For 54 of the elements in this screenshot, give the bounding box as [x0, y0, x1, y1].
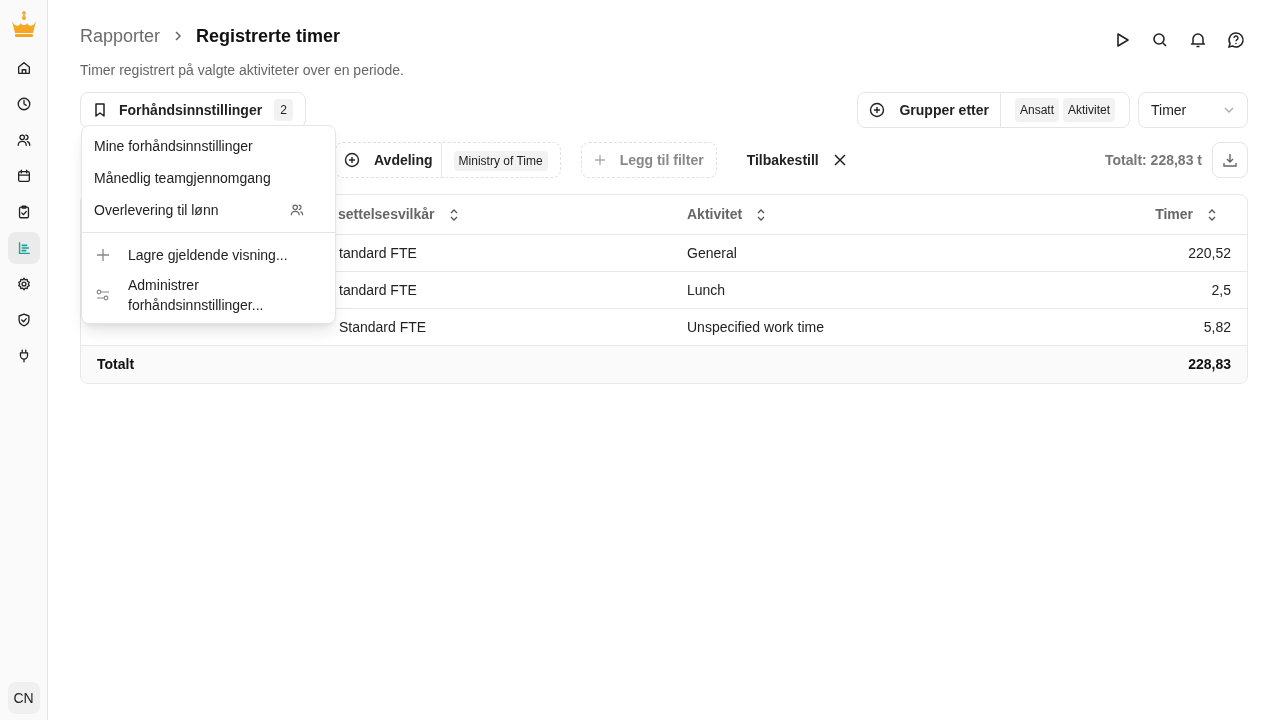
table-cell-text: 220,52	[1188, 243, 1231, 263]
page-subtitle: Timer registrert på valgte aktiviteter over en periode.	[80, 61, 405, 80]
column-header[interactable]: settelsesvilkår	[338, 204, 435, 225]
table-cell-text: 5,82	[1203, 317, 1231, 337]
total-hours: Totalt: 228,83 t	[1105, 150, 1202, 170]
reset-button[interactable]: Tilbakestill	[746, 149, 819, 171]
sort-icon[interactable]	[1207, 207, 1217, 222]
table-cell: tandard FTE	[339, 245, 417, 261]
plus-circle-icon	[869, 102, 886, 118]
menu-action[interactable]: Administrer forhåndsinnstillinger...	[82, 271, 335, 319]
sliders-icon	[96, 288, 110, 302]
clock-icon	[15, 96, 32, 112]
table-cell: General	[687, 245, 737, 261]
presets-button[interactable]: Forhåndsinnstillinger 2	[80, 92, 306, 128]
bookmark-icon	[93, 102, 107, 118]
shield-check-icon	[15, 312, 32, 328]
plus-icon	[593, 154, 606, 166]
group-chip[interactable]: Aktivitet	[1063, 98, 1115, 122]
group-chip[interactable]: Ansatt	[1014, 98, 1059, 122]
filter-label: Avdeling	[374, 150, 433, 170]
table-cell-text: 228,83	[1188, 355, 1232, 374]
table-cell-text: Totalt	[96, 355, 136, 374]
sort-icon[interactable]	[448, 207, 459, 222]
preset-item[interactable]: Mine forhåndsinnstillinger	[82, 130, 335, 162]
column-header[interactable]: Aktivitet	[687, 204, 743, 225]
plus-circle-icon	[344, 152, 360, 168]
close-icon[interactable]	[832, 153, 847, 167]
filter-value: Ministry of Time	[453, 151, 548, 171]
users-icon	[15, 132, 32, 148]
add-filter-button[interactable]: Legg til filter	[580, 142, 717, 178]
preset-item[interactable]: Månedlig teamgjennomgang	[82, 162, 335, 194]
user-avatar[interactable]: CN	[7, 682, 40, 714]
table-cell: Unspecified work time	[687, 319, 824, 335]
table-cell: Standard FTE	[339, 319, 427, 335]
column-header[interactable]: Timer	[1155, 204, 1193, 225]
page-title: Registrerte timer	[196, 24, 341, 48]
settings-icon	[15, 276, 32, 292]
table-cell: Lunch	[687, 282, 726, 298]
menu-action[interactable]: Lagre gjeldende visning...	[82, 239, 335, 271]
users-icon	[289, 202, 305, 218]
preset-item[interactable]: Overlevering til lønn	[82, 194, 335, 226]
calendar-icon	[15, 168, 32, 184]
home-icon	[15, 60, 32, 76]
plus-icon	[96, 248, 110, 262]
download-icon	[1222, 152, 1238, 168]
sort-icon[interactable]	[756, 207, 767, 222]
group-by-control[interactable]: Grupper etter Ansatt Aktivitet	[857, 92, 1130, 128]
metric-select[interactable]: Timer	[1138, 92, 1248, 128]
breadcrumb-link[interactable]: Rapporter	[80, 22, 161, 50]
count-badge: 2	[274, 99, 293, 121]
table-cell-text: 2,5	[1211, 280, 1231, 300]
group-by-label: Grupper etter	[899, 100, 989, 120]
table-cell: tandard FTE	[339, 282, 417, 298]
download-button[interactable]	[1212, 142, 1248, 178]
